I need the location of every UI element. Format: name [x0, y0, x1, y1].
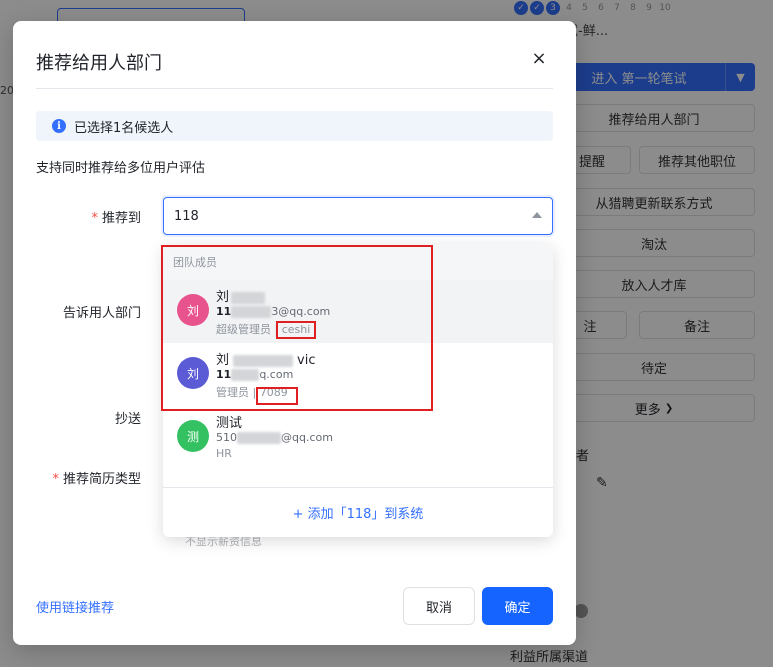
recommend-to-label: * 推荐到 [13, 207, 141, 226]
caret-up-icon[interactable] [532, 212, 542, 218]
highlight-box [276, 321, 316, 339]
link-recommend[interactable]: 使用链接推荐 [36, 597, 114, 616]
user-role: HR [216, 447, 232, 460]
resume-type-label: * 推荐简历类型 [13, 468, 141, 487]
required-mark: * [91, 211, 98, 226]
tell-dept-label: 告诉用人部门 [62, 306, 141, 321]
dialog-title: 推荐给用人部门 [36, 53, 162, 74]
user-email: 510 @qq.com [216, 431, 333, 444]
avatar: 测 [177, 420, 209, 452]
user-option[interactable]: 测 测试 510 @qq.com HR [163, 406, 553, 469]
notice-text: 已选择1名候选人 [74, 120, 174, 136]
cancel-button[interactable]: 取消 [403, 587, 475, 625]
info-icon: i [52, 119, 66, 133]
label-text: 推荐到 [101, 211, 141, 226]
select-value[interactable]: 118 [174, 209, 199, 224]
cc-label: 抄送 [114, 412, 141, 427]
hint-text: 支持同时推荐给多位用户评估 [36, 161, 206, 176]
close-icon[interactable]: × [528, 47, 550, 69]
required-mark: * [52, 472, 59, 487]
user-name: 测试 [216, 416, 243, 431]
recommend-to-select[interactable]: 118 [163, 197, 553, 235]
recommend-dialog: 推荐给用人部门 × i 已选择1名候选人 支持同时推荐给多位用户评估 * 推荐到 … [13, 21, 576, 645]
confirm-button[interactable]: 确定 [482, 587, 553, 625]
selection-notice: i 已选择1名候选人 [36, 111, 553, 141]
divider [36, 88, 553, 89]
highlight-box [256, 387, 298, 405]
add-to-system-link[interactable]: + 添加「118」到系统 [163, 487, 553, 537]
label-text: 推荐简历类型 [62, 472, 141, 487]
